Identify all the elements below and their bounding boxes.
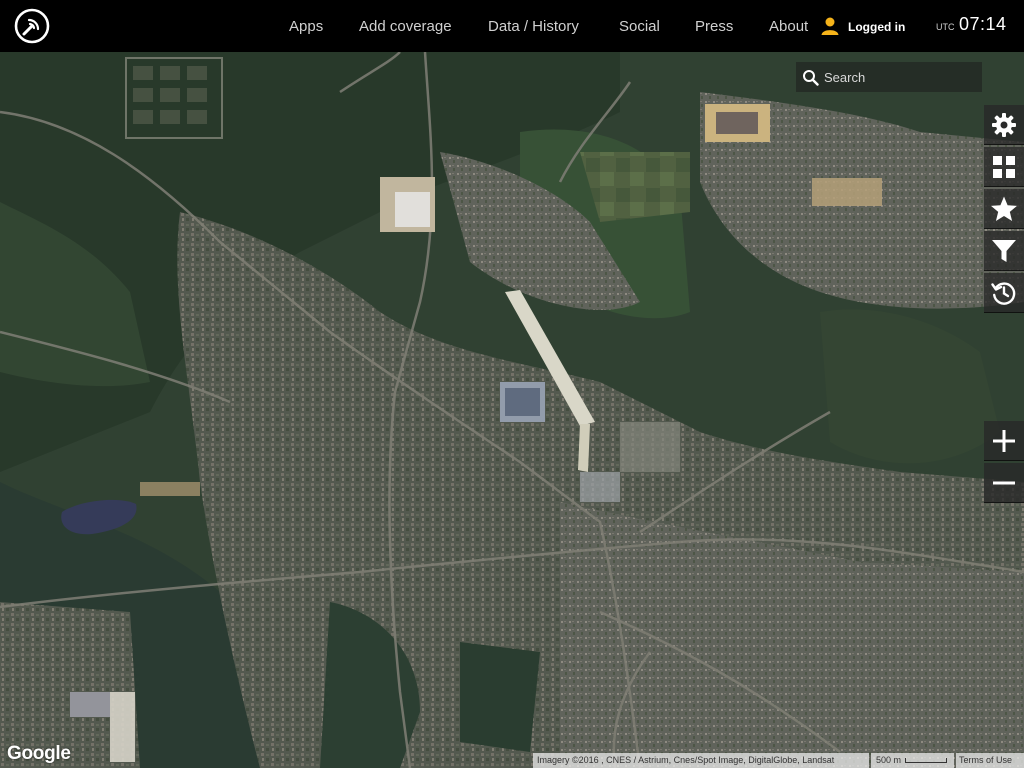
map-scale: 500 m	[871, 753, 954, 768]
filter-button[interactable]	[984, 231, 1024, 271]
top-nav-bar: Apps Add coverage Data / History Social …	[0, 0, 1024, 52]
imagery-attribution: Imagery ©2016 , CNES / Astrium, Cnes/Spo…	[533, 753, 869, 768]
terms-of-use-link[interactable]: Terms of Use	[956, 753, 1024, 768]
google-logo: Google	[7, 743, 71, 764]
search-icon[interactable]	[802, 69, 819, 86]
search-input[interactable]	[824, 66, 974, 88]
scale-label: 500 m	[876, 755, 902, 765]
search-box[interactable]	[796, 62, 982, 92]
scale-bar	[905, 758, 947, 763]
nav-apps[interactable]: Apps	[289, 18, 323, 35]
satellite-map[interactable]	[0, 52, 1024, 768]
settings-button[interactable]	[984, 105, 1024, 145]
utc-clock: 07:14	[959, 14, 1007, 34]
history-button[interactable]	[984, 273, 1024, 313]
layers-grid-button[interactable]	[984, 147, 1024, 187]
gear-icon	[992, 112, 1016, 137]
star-icon	[991, 196, 1017, 221]
nav-press[interactable]: Press	[695, 18, 733, 35]
utc-label: UTC	[936, 22, 955, 32]
nav-data-history[interactable]: Data / History	[488, 18, 579, 35]
grid-icon	[993, 155, 1015, 178]
filter-icon	[992, 239, 1016, 262]
nav-add-coverage[interactable]: Add coverage	[359, 18, 452, 35]
signal-logo-icon[interactable]	[14, 8, 50, 44]
nav-about[interactable]: About	[769, 18, 808, 35]
minus-icon	[993, 481, 1015, 484]
zoom-out-button[interactable]	[984, 463, 1024, 503]
plus-icon	[993, 429, 1015, 452]
zoom-in-button[interactable]	[984, 421, 1024, 461]
user-icon[interactable]	[820, 16, 840, 36]
satellite-imagery	[0, 52, 1024, 768]
history-icon	[991, 281, 1016, 305]
user-status[interactable]: Logged in	[848, 20, 905, 34]
favorites-button[interactable]	[984, 189, 1024, 229]
nav-social[interactable]: Social	[619, 18, 660, 35]
